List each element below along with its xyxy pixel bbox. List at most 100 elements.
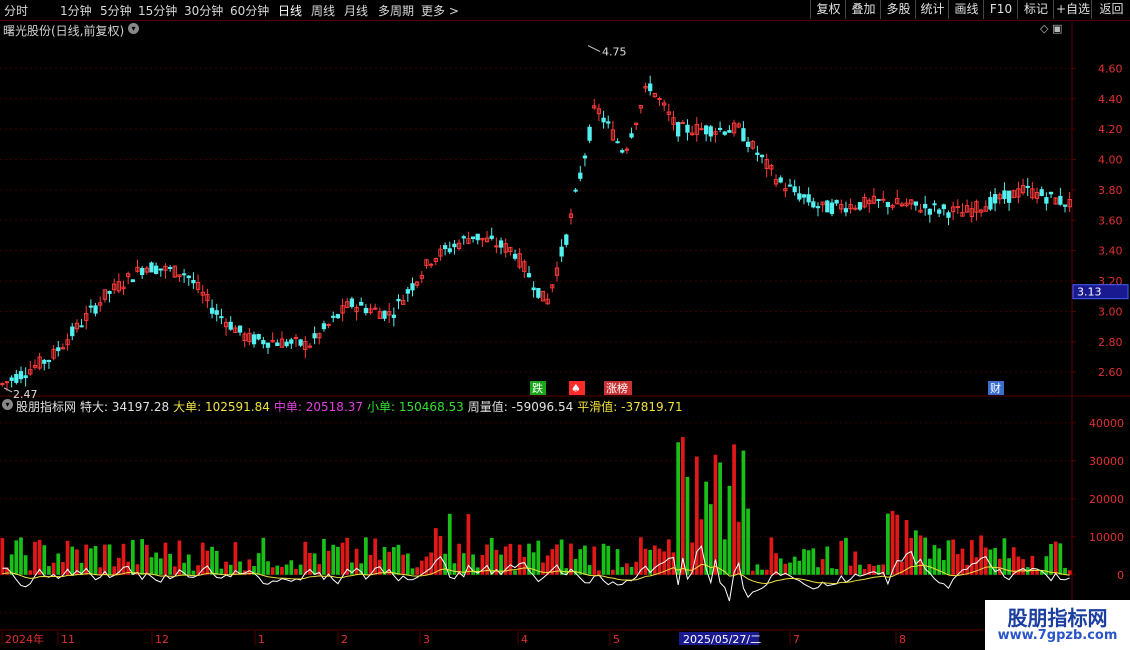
candle-body xyxy=(755,152,760,155)
flow-bar xyxy=(839,540,844,575)
candle-body xyxy=(359,301,364,306)
ind-label-2: 20000 xyxy=(1089,493,1124,506)
flow-bar xyxy=(592,546,597,575)
flow-bar xyxy=(103,544,107,575)
price-label-8: 3.00 xyxy=(1098,305,1123,318)
candle-body xyxy=(56,347,61,352)
candle-body xyxy=(829,202,835,215)
flow-bar xyxy=(676,442,681,575)
flow-bar xyxy=(555,544,559,575)
flow-bar xyxy=(830,568,834,575)
candle-body xyxy=(853,207,858,210)
candle-body xyxy=(321,323,327,330)
candle-body xyxy=(778,177,783,183)
candle-body xyxy=(256,333,261,340)
time-label-9: 7 xyxy=(793,633,800,646)
flow-bar xyxy=(629,566,634,575)
candle-body xyxy=(1044,197,1049,204)
flow-bar xyxy=(727,485,732,575)
flow-bar xyxy=(322,538,326,575)
flow-bar xyxy=(140,539,145,575)
flow-bar xyxy=(410,568,415,575)
flow-bar xyxy=(433,528,438,575)
flow-bar xyxy=(680,437,685,575)
flow-bar xyxy=(191,570,196,575)
candle-body xyxy=(531,287,536,291)
candle-body xyxy=(792,186,797,193)
indicator-chevron-icon[interactable]: ▾ xyxy=(2,399,13,410)
flow-bar xyxy=(578,549,583,575)
time-label-4: 2 xyxy=(341,633,348,646)
kline-chart: 4.604.404.204.003.803.603.403.203.002.80… xyxy=(0,20,1130,650)
candle-body xyxy=(913,201,918,206)
flow-bar xyxy=(946,540,951,575)
flow-bar xyxy=(205,550,210,575)
flow-bar xyxy=(438,535,443,575)
candle-body xyxy=(228,321,233,330)
candle-body xyxy=(475,233,480,241)
flow-bar xyxy=(266,561,270,575)
flow-bar xyxy=(401,554,406,575)
flow-bar xyxy=(419,560,424,575)
candle-body xyxy=(326,324,331,327)
flow-bar xyxy=(28,570,33,575)
flow-bar xyxy=(797,560,802,575)
flow-bar xyxy=(391,547,396,575)
candle-body xyxy=(275,342,280,346)
flow-bar xyxy=(587,565,592,575)
candle-body xyxy=(461,236,466,239)
candle-body xyxy=(885,202,891,208)
candle-body xyxy=(447,248,452,253)
candle-body xyxy=(331,315,336,318)
flow-bar xyxy=(224,561,228,575)
candle-body xyxy=(601,117,606,123)
candle-body xyxy=(578,172,583,179)
flow-bar xyxy=(14,540,19,575)
candle-body xyxy=(209,307,215,314)
time-label-2: 12 xyxy=(155,633,169,646)
candle-body xyxy=(442,245,448,250)
flow-bar xyxy=(634,561,639,575)
flow-bar xyxy=(289,560,294,575)
flow-bar xyxy=(56,553,61,575)
flow-bar xyxy=(606,545,611,575)
candle-body xyxy=(405,289,410,294)
flow-bar xyxy=(51,562,56,575)
flow-bar xyxy=(708,504,713,575)
flow-bar xyxy=(312,553,317,575)
candle-body xyxy=(937,209,942,214)
candle-body xyxy=(93,305,98,314)
flow-bar xyxy=(597,570,601,575)
candle-body xyxy=(1058,195,1063,205)
candle-body xyxy=(741,128,746,142)
flow-bar xyxy=(172,566,177,575)
flow-bar xyxy=(158,558,163,575)
candle-body xyxy=(685,124,690,133)
candle-body xyxy=(881,198,886,201)
candle-body xyxy=(727,130,732,133)
flow-bar xyxy=(844,537,848,575)
flow-bar xyxy=(429,552,433,575)
flow-bar xyxy=(326,550,331,575)
flow-bar xyxy=(364,537,368,575)
candle-body xyxy=(806,194,811,203)
flow-bar xyxy=(858,564,862,575)
flow-bar xyxy=(848,565,853,575)
flow-bar xyxy=(107,544,112,575)
watermark-logo: 股朋指标网 www.7gpzb.com xyxy=(985,600,1130,650)
candle-body xyxy=(923,203,928,209)
flow-bar xyxy=(788,562,792,575)
flow-bar xyxy=(144,544,149,575)
flow-bar xyxy=(531,552,536,575)
candle-body xyxy=(657,97,662,100)
candle-body xyxy=(932,203,937,206)
candle-body xyxy=(927,208,932,215)
candle-body xyxy=(14,373,19,383)
flow-bar xyxy=(280,566,284,575)
flow-bar xyxy=(718,462,722,575)
flow-bar xyxy=(652,545,657,575)
candle-body xyxy=(312,333,317,339)
candle-body xyxy=(703,125,709,135)
flow-bar xyxy=(1021,559,1025,575)
flow-bar xyxy=(1035,570,1039,575)
